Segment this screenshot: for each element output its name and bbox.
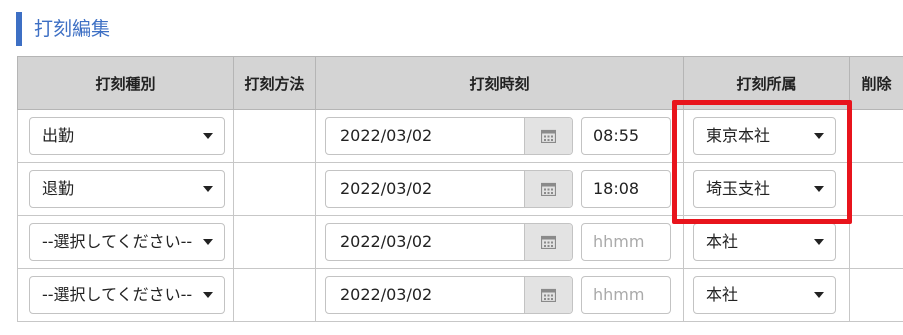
location-select[interactable]: 本社 (693, 276, 836, 314)
date-field[interactable]: 2022/03/02 (325, 117, 573, 155)
header-stamp-time: 打刻時刻 (315, 56, 684, 110)
time-field[interactable]: hhmm (581, 276, 671, 314)
delete-cell (849, 109, 903, 163)
stamp-type-value: --選択してください-- (42, 285, 193, 304)
header-stamp-method: 打刻方法 (233, 56, 316, 110)
location-value: 本社 (706, 285, 739, 304)
stamp-type-select[interactable]: 退勤 (29, 170, 225, 208)
stamp-type-select[interactable]: 出勤 (29, 117, 225, 155)
time-field[interactable]: hhmm (581, 223, 671, 261)
stamp-type-value: --選択してください-- (42, 232, 193, 251)
location-select[interactable]: 東京本社 (693, 117, 836, 155)
calendar-button[interactable] (524, 171, 572, 207)
location-value: 埼玉支社 (706, 179, 771, 198)
chevron-down-icon (814, 239, 824, 245)
chevron-down-icon (814, 292, 824, 298)
date-field[interactable]: 2022/03/02 (325, 276, 573, 314)
chevron-down-icon (203, 239, 213, 245)
stamp-method-cell (233, 109, 316, 163)
chevron-down-icon (203, 133, 213, 139)
section-title: 打刻編集 (16, 12, 110, 46)
date-value: 2022/03/02 (340, 126, 433, 145)
header-stamp-location: 打刻所属 (683, 56, 850, 110)
stamp-type-value: 退勤 (42, 179, 75, 198)
calendar-icon (541, 129, 556, 143)
calendar-button[interactable] (524, 118, 572, 154)
delete-cell (849, 162, 903, 216)
date-field[interactable]: 2022/03/02 (325, 170, 573, 208)
stamp-type-select[interactable]: --選択してください-- (29, 276, 225, 314)
stamp-type-select[interactable]: --選択してください-- (29, 223, 225, 261)
stamp-type-value: 出勤 (42, 126, 75, 145)
time-field[interactable]: 18:08 (581, 170, 671, 208)
stamp-method-cell (233, 268, 316, 322)
date-value: 2022/03/02 (340, 179, 433, 198)
table-row: --選択してください-- 2022/03/02 hhmm 本社 (17, 215, 903, 269)
table-row: --選択してください-- 2022/03/02 hhmm 本社 (17, 268, 903, 322)
date-value: 2022/03/02 (340, 232, 433, 251)
header-stamp-type: 打刻種別 (17, 56, 234, 110)
calendar-button[interactable] (524, 224, 572, 260)
chevron-down-icon (814, 186, 824, 192)
location-select[interactable]: 埼玉支社 (693, 170, 836, 208)
date-value: 2022/03/02 (340, 285, 433, 304)
stamp-method-cell (233, 215, 316, 269)
calendar-icon (541, 288, 556, 302)
header-row: 打刻種別 打刻方法 打刻時刻 打刻所属 削除 (17, 56, 903, 110)
table-row: 退勤 2022/03/02 18:08 埼玉支社 (17, 162, 903, 216)
chevron-down-icon (203, 292, 213, 298)
calendar-button[interactable] (524, 277, 572, 313)
chevron-down-icon (814, 133, 824, 139)
delete-cell (849, 268, 903, 322)
stamp-method-cell (233, 162, 316, 216)
time-field[interactable]: 08:55 (581, 117, 671, 155)
date-field[interactable]: 2022/03/02 (325, 223, 573, 261)
table-row: 出勤 2022/03/02 08:55 東京本社 (17, 109, 903, 163)
location-value: 東京本社 (706, 126, 771, 145)
location-value: 本社 (706, 232, 739, 251)
stamp-edit-table: 打刻種別 打刻方法 打刻時刻 打刻所属 削除 出勤 2022/03/02 08:… (17, 56, 903, 322)
location-select[interactable]: 本社 (693, 223, 836, 261)
chevron-down-icon (203, 186, 213, 192)
delete-cell (849, 215, 903, 269)
calendar-icon (541, 182, 556, 196)
calendar-icon (541, 235, 556, 249)
header-delete: 削除 (849, 56, 903, 110)
